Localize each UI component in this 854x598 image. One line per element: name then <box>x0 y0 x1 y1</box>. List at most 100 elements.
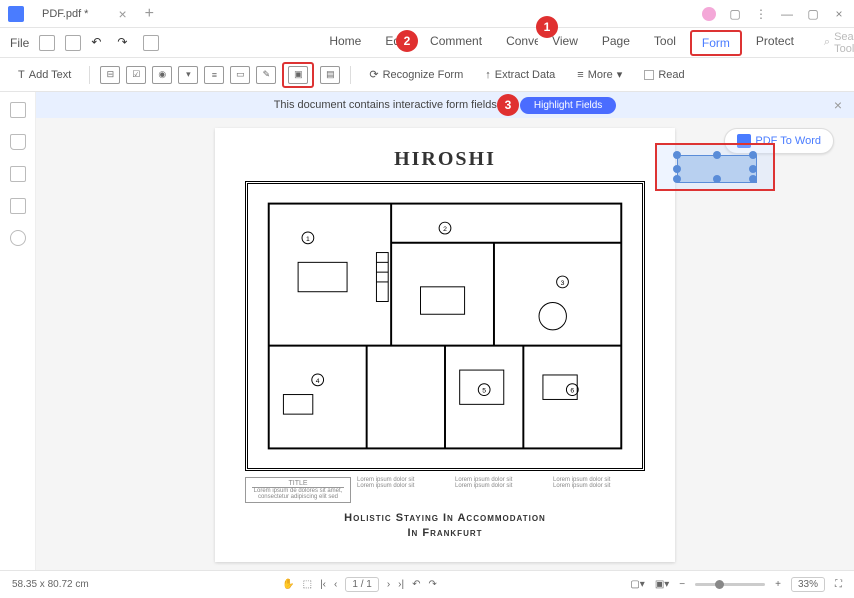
handle-br[interactable] <box>749 175 757 183</box>
prev-page-icon[interactable]: ‹ <box>334 579 337 590</box>
form-banner: This document contains interactive form … <box>36 92 854 118</box>
quick-actions: ↶ ↷ <box>39 35 159 51</box>
recognize-form-tool[interactable]: ⟳ Recognize Form <box>361 64 471 85</box>
tab-convert[interactable]: Convert <box>496 30 538 56</box>
more-label: More <box>588 69 613 81</box>
search-icon: ⌕ <box>824 36 830 49</box>
search-placeholder: Search Tools <box>834 31 854 55</box>
tab-page[interactable]: Page <box>592 30 640 56</box>
minimize-icon[interactable]: — <box>780 7 794 21</box>
new-tab-icon[interactable]: + <box>145 5 154 23</box>
hand-tool-icon[interactable]: ✋ <box>282 579 294 590</box>
handle-ml[interactable] <box>673 165 681 173</box>
image-field-tool[interactable]: ▣ <box>282 62 314 88</box>
handle-bc[interactable] <box>713 175 721 183</box>
button-tool[interactable]: ▭ <box>230 66 250 84</box>
last-page-icon[interactable]: ›| <box>398 579 404 590</box>
legend-item: Lorem ipsum dolor sit <box>455 483 547 489</box>
handle-bl[interactable] <box>673 175 681 183</box>
legend-title-label: TITLE <box>252 480 344 488</box>
rotate-right-icon[interactable]: ↷ <box>429 579 437 590</box>
comments-icon[interactable] <box>10 166 26 182</box>
close-icon[interactable]: × <box>832 7 846 21</box>
left-sidebar <box>0 92 36 570</box>
subtitle-line1: Holistic Staying In Accommodation <box>245 511 645 526</box>
text-field-tool[interactable]: ⊟ <box>100 66 120 84</box>
zoom-slider[interactable] <box>695 583 765 586</box>
form-toolbar: T Add Text ⊟ ☑ ◉ ▾ ≡ ▭ ✎ ▣ ▤ ⟳ Recognize… <box>0 58 854 92</box>
selected-image-field[interactable] <box>655 143 775 191</box>
combo-tool[interactable]: ▾ <box>178 66 198 84</box>
handle-tc[interactable] <box>713 151 721 159</box>
extract-data-label: Extract Data <box>495 69 556 81</box>
more-tool[interactable]: ≡ More ▾ <box>569 64 630 85</box>
file-menu[interactable]: File <box>10 36 29 50</box>
legend-col: Lorem ipsum dolor sit Lorem ipsum dolor … <box>357 477 449 503</box>
tab-tool[interactable]: Tool <box>644 30 686 56</box>
document-tab[interactable]: PDF.pdf * × <box>32 6 137 22</box>
callout-2: 2 <box>396 30 418 52</box>
floorplan-svg: 1 2 3 4 5 6 <box>248 184 642 468</box>
add-text-tool[interactable]: T Add Text <box>10 65 79 85</box>
tab-comment[interactable]: Comment <box>420 30 492 56</box>
select-tool-icon[interactable]: ⬚ <box>303 579 312 590</box>
view-mode-icon[interactable]: ▣▾ <box>655 579 669 590</box>
fit-mode-icon[interactable]: ▢▾ <box>630 579 644 590</box>
floorplan-image: 1 2 3 4 5 6 <box>245 181 645 471</box>
kebab-icon[interactable]: ⋮ <box>754 7 768 21</box>
tab-home[interactable]: Home <box>319 30 371 56</box>
banner-close-icon[interactable]: × <box>834 97 842 113</box>
tab-close-icon[interactable]: × <box>118 6 126 22</box>
radio-tool[interactable]: ◉ <box>152 66 172 84</box>
rotate-left-icon[interactable]: ↶ <box>412 579 420 590</box>
recognize-icon: ⟳ <box>369 68 378 81</box>
launch-icon[interactable]: ▢ <box>728 7 742 21</box>
print-icon[interactable] <box>143 35 159 51</box>
zoom-in-icon[interactable]: + <box>775 579 781 590</box>
legend-title-text: Lorem ipsum de dolores sit amet, consect… <box>252 488 344 500</box>
date-tool[interactable]: ▤ <box>320 66 340 84</box>
search-panel-icon[interactable] <box>10 230 26 246</box>
redo-icon[interactable]: ↷ <box>117 35 133 51</box>
tab-form[interactable]: Form <box>690 30 742 56</box>
canvas[interactable]: This document contains interactive form … <box>36 92 854 570</box>
pink-dot-icon[interactable] <box>702 7 716 21</box>
zoom-value[interactable]: 33% <box>791 577 825 592</box>
extract-icon: ↑ <box>485 69 491 81</box>
search-tools[interactable]: ⌕ Search Tools <box>824 31 854 55</box>
save-icon[interactable] <box>39 35 55 51</box>
handle-mr[interactable] <box>749 165 757 173</box>
signature-tool[interactable]: ✎ <box>256 66 276 84</box>
legend-title-box: TITLE Lorem ipsum de dolores sit amet, c… <box>245 477 351 503</box>
highlight-fields-button[interactable]: Highlight Fields <box>520 97 616 114</box>
list-tool[interactable]: ≡ <box>204 66 224 84</box>
more-icon: ≡ <box>577 69 583 81</box>
page-indicator[interactable]: 1 / 1 <box>345 577 378 592</box>
read-tool[interactable]: Read <box>636 65 692 85</box>
checkbox-tool[interactable]: ☑ <box>126 66 146 84</box>
next-page-icon[interactable]: › <box>387 579 390 590</box>
fullscreen-icon[interactable]: ⛶ <box>835 579 842 590</box>
text-icon: T <box>18 69 25 81</box>
attachments-icon[interactable] <box>10 198 26 214</box>
handle-tl[interactable] <box>673 151 681 159</box>
extract-data-tool[interactable]: ↑ Extract Data <box>477 65 563 85</box>
callout-3: 3 <box>497 94 519 116</box>
zoom-thumb[interactable] <box>715 580 724 589</box>
tab-protect[interactable]: Protect <box>746 30 804 56</box>
image-icon: ▣ <box>288 66 308 84</box>
statusbar: 58.35 x 80.72 cm ✋ ⬚ |‹ ‹ 1 / 1 › ›| ↶ ↷… <box>0 570 854 598</box>
zoom-out-icon[interactable]: − <box>679 579 685 590</box>
handle-tr[interactable] <box>749 151 757 159</box>
window-controls: ▢ ⋮ — ▢ × <box>702 7 846 21</box>
document-page: HIROSHI <box>215 128 675 562</box>
bookmarks-icon[interactable] <box>10 134 26 150</box>
first-page-icon[interactable]: |‹ <box>320 579 326 590</box>
add-text-label: Add Text <box>29 69 72 81</box>
ribbon-tabs: Home Edit Comment Convert View Page Tool… <box>319 30 804 56</box>
page-title: HIROSHI <box>245 148 645 171</box>
maximize-icon[interactable]: ▢ <box>806 7 820 21</box>
thumbnails-icon[interactable] <box>10 102 26 118</box>
undo-icon[interactable]: ↶ <box>91 35 107 51</box>
mail-icon[interactable] <box>65 35 81 51</box>
